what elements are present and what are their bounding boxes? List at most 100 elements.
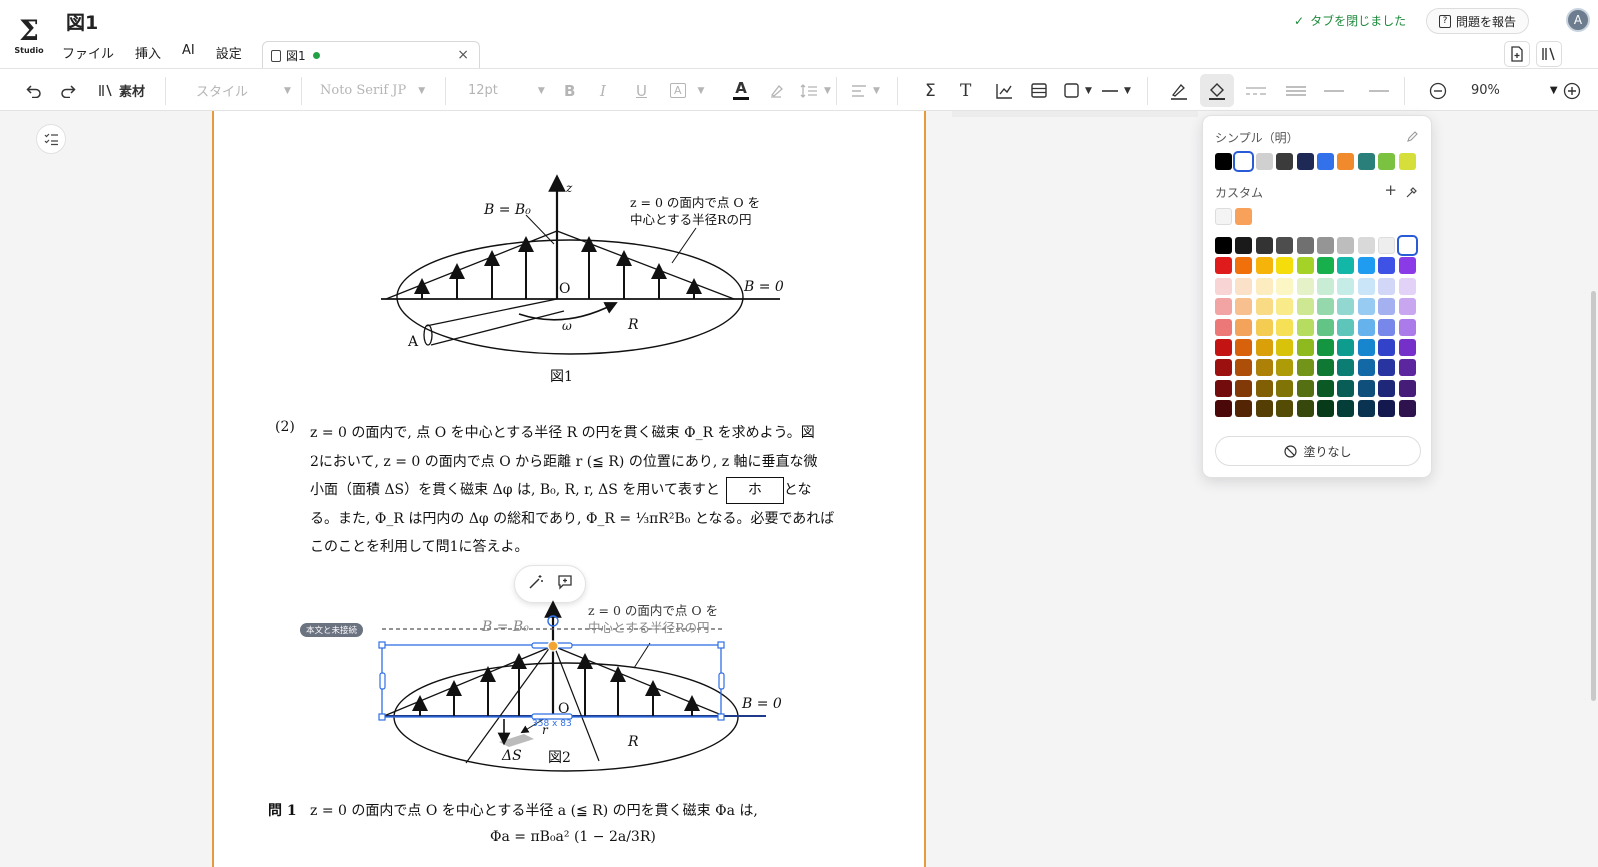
grid-color-swatch[interactable] xyxy=(1317,277,1334,295)
grid-color-swatch[interactable] xyxy=(1296,318,1314,336)
grid-color-swatch[interactable] xyxy=(1215,277,1232,295)
grid-color-swatch[interactable] xyxy=(1396,235,1418,256)
zoom-in-icon[interactable] xyxy=(1563,69,1581,112)
undo-icon[interactable] xyxy=(26,69,42,112)
grid-color-swatch[interactable] xyxy=(1235,237,1253,254)
grid-color-swatch[interactable] xyxy=(1378,339,1396,356)
custom-color-swatch[interactable] xyxy=(1215,208,1232,225)
grid-color-swatch[interactable] xyxy=(1378,379,1396,397)
document-title[interactable]: 図1 xyxy=(66,8,98,35)
edit-palette-icon[interactable] xyxy=(1406,128,1418,147)
grid-color-swatch[interactable] xyxy=(1378,298,1396,316)
grid-color-swatch[interactable] xyxy=(1276,318,1294,336)
new-document-icon[interactable] xyxy=(1504,41,1530,67)
grid-color-swatch[interactable] xyxy=(1235,277,1253,295)
grid-color-swatch[interactable] xyxy=(1398,318,1416,336)
no-fill-button[interactable]: 塗りなし xyxy=(1215,436,1421,466)
grid-color-swatch[interactable] xyxy=(1255,318,1273,336)
grid-color-swatch[interactable] xyxy=(1337,379,1355,397)
grid-color-swatch[interactable] xyxy=(1296,237,1314,254)
grid-color-swatch[interactable] xyxy=(1296,298,1314,316)
grid-color-swatch[interactable] xyxy=(1357,277,1375,295)
dash-style-icon[interactable] xyxy=(1246,69,1266,112)
eyedropper-icon[interactable] xyxy=(1405,184,1418,203)
grid-color-swatch[interactable] xyxy=(1317,339,1334,356)
grid-color-swatch[interactable] xyxy=(1235,379,1253,397)
grid-color-swatch[interactable] xyxy=(1337,400,1355,418)
document-tab[interactable]: 図1 × xyxy=(262,41,480,69)
grid-color-swatch[interactable] xyxy=(1255,379,1273,397)
grid-color-swatch[interactable] xyxy=(1235,298,1253,316)
figure1-drawing[interactable] xyxy=(214,111,928,401)
font-color-button[interactable]: A xyxy=(733,69,749,112)
grid-color-swatch[interactable] xyxy=(1255,298,1273,316)
line-end-finish-icon[interactable] xyxy=(1369,69,1389,112)
simple-color-swatch[interactable] xyxy=(1317,153,1334,170)
grid-color-swatch[interactable] xyxy=(1357,237,1375,254)
simple-color-swatch[interactable] xyxy=(1296,153,1314,170)
zoom-select[interactable]: 90% ▼ xyxy=(1471,69,1558,112)
grid-color-swatch[interactable] xyxy=(1398,298,1416,316)
menu-ai[interactable]: AI xyxy=(182,43,195,62)
grid-color-swatch[interactable] xyxy=(1255,400,1273,418)
text-tool-icon[interactable]: T xyxy=(960,69,971,112)
grid-color-swatch[interactable] xyxy=(1255,339,1273,356)
grid-color-swatch[interactable] xyxy=(1215,339,1232,356)
grid-color-swatch[interactable] xyxy=(1357,400,1375,418)
grid-color-swatch[interactable] xyxy=(1378,277,1396,295)
grid-color-swatch[interactable] xyxy=(1215,379,1232,397)
equation-icon[interactable]: Σ xyxy=(925,69,936,112)
simple-color-swatch[interactable] xyxy=(1337,153,1355,170)
grid-color-swatch[interactable] xyxy=(1378,237,1396,254)
simple-color-swatch[interactable] xyxy=(1276,153,1294,170)
grid-color-swatch[interactable] xyxy=(1317,298,1334,316)
grid-color-swatch[interactable] xyxy=(1398,277,1416,295)
grid-color-swatch[interactable] xyxy=(1235,257,1253,275)
underline-button[interactable]: U xyxy=(636,69,647,112)
grid-color-swatch[interactable] xyxy=(1276,298,1294,316)
report-issue-button[interactable]: ? 問題を報告 xyxy=(1426,8,1530,34)
table-icon[interactable] xyxy=(1031,69,1047,112)
style-select[interactable]: スタイル ▼ xyxy=(196,69,291,112)
grid-color-swatch[interactable] xyxy=(1215,318,1232,336)
document-page[interactable]: B = B₀ z z = 0 の面内で点 O を 中心とする半径Rの円 B = … xyxy=(212,111,926,867)
font-family-select[interactable]: Noto Serif JP ▼ xyxy=(320,69,425,112)
grid-color-swatch[interactable] xyxy=(1357,257,1375,275)
grid-color-swatch[interactable] xyxy=(1337,257,1355,275)
grid-color-swatch[interactable] xyxy=(1276,379,1294,397)
line-end-start-icon[interactable] xyxy=(1324,69,1344,112)
simple-color-swatch[interactable] xyxy=(1215,153,1232,170)
grid-color-swatch[interactable] xyxy=(1337,277,1355,295)
align-button[interactable]: ▼ xyxy=(851,69,880,112)
grid-color-swatch[interactable] xyxy=(1317,400,1334,418)
simple-color-swatch[interactable] xyxy=(1378,153,1396,170)
grid-color-swatch[interactable] xyxy=(1317,237,1334,254)
font-size-select[interactable]: 12pt ▼ xyxy=(468,69,545,112)
grid-color-swatch[interactable] xyxy=(1235,339,1253,356)
grid-color-swatch[interactable] xyxy=(1357,359,1375,377)
grid-color-swatch[interactable] xyxy=(1317,379,1334,397)
grid-color-swatch[interactable] xyxy=(1255,277,1273,295)
grid-color-swatch[interactable] xyxy=(1215,257,1232,275)
simple-color-swatch[interactable] xyxy=(1398,153,1416,170)
menu-settings[interactable]: 設定 xyxy=(216,43,242,62)
highlight-icon[interactable] xyxy=(769,69,785,112)
grid-color-swatch[interactable] xyxy=(1357,298,1375,316)
grid-color-swatch[interactable] xyxy=(1317,318,1334,336)
grid-color-swatch[interactable] xyxy=(1337,298,1355,316)
menu-file[interactable]: ファイル xyxy=(62,43,114,62)
grid-color-swatch[interactable] xyxy=(1296,359,1314,377)
grid-color-swatch[interactable] xyxy=(1398,339,1416,356)
redo-icon[interactable] xyxy=(60,69,76,112)
grid-color-swatch[interactable] xyxy=(1398,379,1416,397)
grid-color-swatch[interactable] xyxy=(1337,359,1355,377)
simple-color-swatch[interactable] xyxy=(1357,153,1375,170)
outline-toggle-button[interactable] xyxy=(36,124,66,154)
grid-color-swatch[interactable] xyxy=(1398,359,1416,377)
grid-color-swatch[interactable] xyxy=(1378,257,1396,275)
simple-color-swatch[interactable] xyxy=(1233,151,1255,172)
simple-color-swatch[interactable] xyxy=(1255,153,1273,170)
zoom-out-icon[interactable] xyxy=(1429,69,1447,112)
grid-color-swatch[interactable] xyxy=(1317,359,1334,377)
grid-color-swatch[interactable] xyxy=(1255,237,1273,254)
